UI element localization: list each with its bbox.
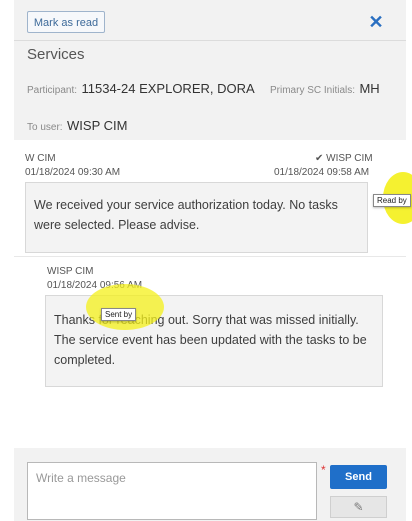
message-timestamp: 01/18/2024 09:30 AM — [25, 167, 121, 178]
primary-sc-label: Primary SC Initials: — [270, 85, 356, 96]
mark-as-read-button[interactable]: Mark as read — [27, 11, 105, 33]
section-title: Services — [27, 46, 85, 63]
required-indicator: * — [321, 463, 326, 477]
participant-row: Participant: 11534-24 EXPLORER, DORA — [27, 80, 255, 98]
read-timestamp: 01/18/2024 09:58 AM — [274, 167, 370, 178]
highlight-mark — [86, 284, 164, 330]
participant-value: 11534-24 EXPLORER, DORA — [81, 81, 255, 96]
sent-by-tooltip: Sent by — [101, 308, 137, 321]
to-user-row: To user: WISP CIM — [27, 117, 127, 135]
message-sender: W CIM — [25, 153, 56, 164]
message-input[interactable]: Write a message — [27, 462, 317, 520]
message-sender: WISP CIM — [47, 266, 94, 277]
read-by-tooltip: Read by — [373, 194, 411, 207]
to-user-value: WISP CIM — [67, 118, 128, 133]
message-bubble: We received your service authorization t… — [25, 182, 368, 253]
divider — [14, 256, 406, 257]
read-by-user: ✔ WISP CIM — [315, 153, 373, 164]
primary-sc-value: MH — [359, 81, 380, 96]
primary-sc-row: Primary SC Initials: MH — [270, 80, 380, 98]
divider — [14, 40, 406, 41]
close-icon[interactable]: ✕ — [366, 10, 386, 34]
paperclip-icon[interactable]: ✎ — [330, 496, 387, 518]
participant-label: Participant: — [27, 85, 78, 96]
to-user-label: To user: — [27, 122, 63, 133]
send-button[interactable]: Send — [330, 465, 387, 489]
